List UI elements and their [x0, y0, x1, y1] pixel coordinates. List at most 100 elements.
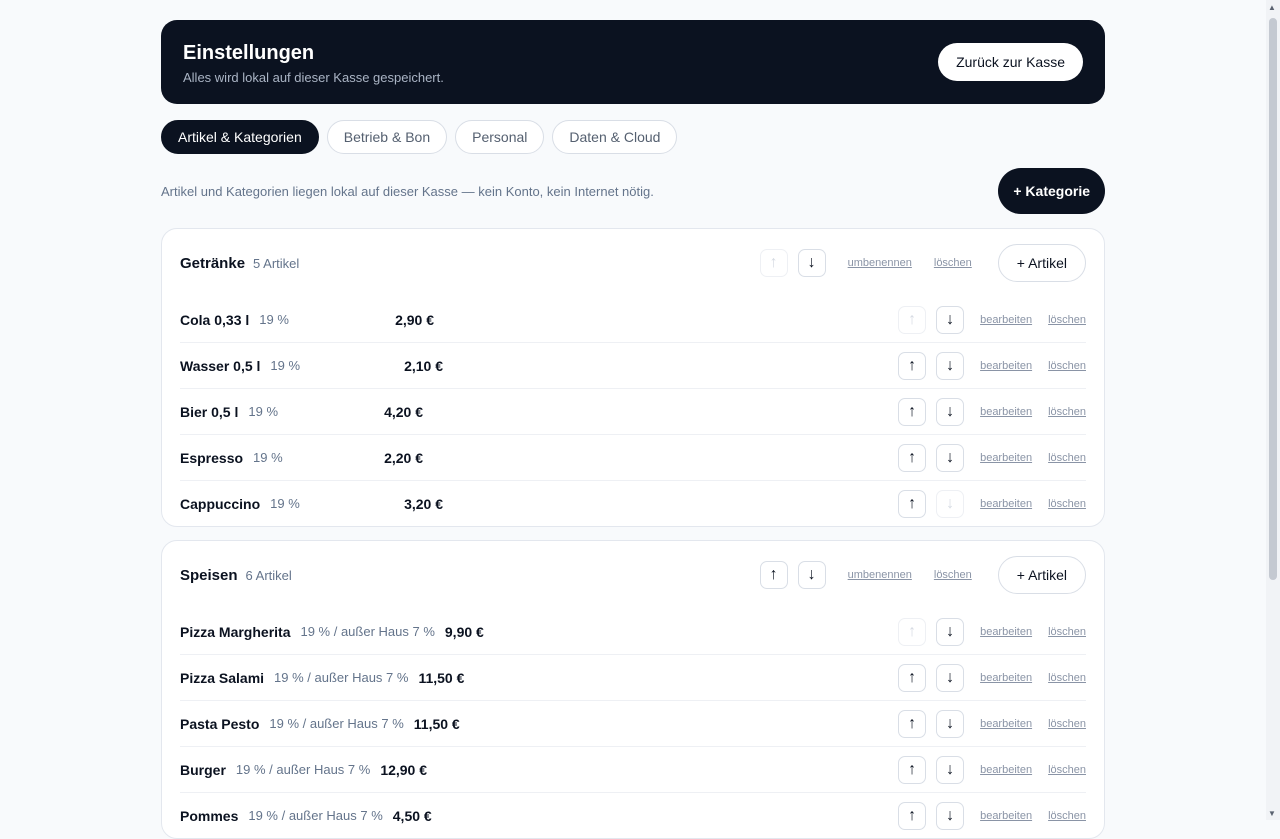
delete-article-link[interactable]: löschen: [1048, 672, 1086, 684]
category-card: Getränke 5 Artikel ↑ ↓ umbenennen löschen + Ar…: [161, 228, 1105, 527]
edit-article-link[interactable]: bearbeiten: [980, 452, 1032, 464]
scroll-up-icon[interactable]: ▲: [1268, 3, 1276, 12]
delete-category-link[interactable]: löschen: [934, 569, 972, 581]
rename-category-link[interactable]: umbenennen: [848, 257, 912, 269]
move-article-up-icon[interactable]: ↑: [898, 397, 927, 426]
add-article-button[interactable]: + Artikel: [997, 556, 1086, 594]
add-article-button[interactable]: + Artikel: [997, 244, 1086, 282]
move-article-down-icon[interactable]: ↓: [936, 351, 965, 380]
move-category-up-icon[interactable]: ↑: [759, 249, 788, 277]
article-row: Pizza Margherita 19 % / außer Haus 7 % 9,9…: [180, 609, 1086, 654]
category-name: Speisen: [180, 566, 238, 584]
article-name: Burger: [180, 761, 226, 778]
article-price: 4,20 €: [384, 403, 423, 420]
delete-article-link[interactable]: löschen: [1048, 314, 1086, 326]
rename-category-link[interactable]: umbenennen: [848, 569, 912, 581]
edit-article-link[interactable]: bearbeiten: [980, 672, 1032, 684]
article-name: Pizza Salami: [180, 669, 265, 686]
move-article-down-icon[interactable]: ↓: [936, 663, 965, 692]
tab-articles-categories[interactable]: Artikel & Kategorien: [161, 120, 319, 154]
move-article-down-icon[interactable]: ↓: [936, 617, 965, 646]
move-article-up-icon[interactable]: ↑: [898, 663, 927, 692]
move-category-down-icon[interactable]: ↓: [797, 561, 826, 589]
move-article-up-icon[interactable]: ↑: [898, 755, 927, 784]
edit-article-link[interactable]: bearbeiten: [980, 764, 1032, 776]
category-list: Getränke 5 Artikel ↑ ↓ umbenennen löschen + Ar…: [161, 228, 1105, 839]
scroll-thumb[interactable]: [1269, 18, 1277, 580]
delete-article-link[interactable]: löschen: [1048, 360, 1086, 372]
move-article-down-icon[interactable]: ↓: [936, 801, 965, 830]
article-name: Bier 0,5 l: [180, 403, 239, 420]
article-price: 9,90 €: [444, 623, 484, 640]
article-tax: 19 %: [270, 496, 300, 511]
article-price: 2,20 €: [384, 449, 423, 466]
article-price: 2,90 €: [395, 311, 434, 328]
move-article-up-icon[interactable]: ↑: [898, 489, 927, 518]
tab-business-receipt[interactable]: Betrieb & Bon: [326, 120, 448, 154]
move-article-up-icon[interactable]: ↑: [898, 443, 927, 472]
article-name: Pommes: [180, 807, 239, 824]
delete-article-link[interactable]: löschen: [1048, 406, 1086, 418]
delete-article-link[interactable]: löschen: [1048, 718, 1086, 730]
edit-article-link[interactable]: bearbeiten: [980, 314, 1032, 326]
article-name: Wasser 0,5 l: [180, 357, 261, 374]
article-row: Espresso 19 % 2,20 € ↑ ↓ bearbeiten löschen: [180, 434, 1086, 480]
article-name: Pasta Pesto: [180, 715, 260, 732]
info-text: Artikel und Kategorien liegen lokal auf …: [161, 183, 654, 199]
category-card: Speisen 6 Artikel ↑ ↓ umbenennen löschen + Art…: [161, 540, 1105, 839]
tab-staff[interactable]: Personal: [455, 120, 545, 154]
article-tax: 19 % / außer Haus 7 %: [274, 670, 409, 685]
delete-category-link[interactable]: löschen: [934, 257, 972, 269]
article-row: Cola 0,33 l 19 % 2,90 € ↑ ↓ bearbeiten löschen: [180, 297, 1086, 342]
edit-article-link[interactable]: bearbeiten: [980, 498, 1032, 510]
scrollbar[interactable]: ▲ ▼: [1266, 0, 1280, 820]
move-article-up-icon[interactable]: ↑: [898, 305, 927, 334]
article-tax: 19 % / außer Haus 7 %: [269, 716, 404, 731]
article-tax: 19 %: [253, 450, 283, 465]
move-article-down-icon[interactable]: ↓: [936, 305, 965, 334]
move-article-up-icon[interactable]: ↑: [898, 617, 927, 646]
page-subtitle: Alles wird lokal auf dieser Kasse gespei…: [183, 69, 444, 85]
move-article-down-icon[interactable]: ↓: [936, 755, 965, 784]
move-article-down-icon[interactable]: ↓: [936, 443, 965, 472]
move-article-down-icon[interactable]: ↓: [936, 709, 965, 738]
edit-article-link[interactable]: bearbeiten: [980, 718, 1032, 730]
category-header: Getränke 5 Artikel ↑ ↓ umbenennen löschen + Ar…: [180, 229, 1086, 297]
category-header: Speisen 6 Artikel ↑ ↓ umbenennen löschen + Art…: [180, 541, 1086, 609]
article-name: Pizza Margherita: [180, 623, 291, 640]
article-name: Espresso: [180, 449, 244, 466]
move-category-up-icon[interactable]: ↑: [759, 561, 788, 589]
tab-data-cloud[interactable]: Daten & Cloud: [552, 120, 678, 154]
article-row: Bier 0,5 l 19 % 4,20 € ↑ ↓ bearbeiten löschen: [180, 388, 1086, 434]
article-price: 4,50 €: [392, 807, 432, 824]
move-article-down-icon[interactable]: ↓: [936, 397, 965, 426]
back-to-register-button[interactable]: Zurück zur Kasse: [938, 43, 1083, 81]
page-title: Einstellungen: [183, 41, 315, 64]
delete-article-link[interactable]: löschen: [1048, 764, 1086, 776]
article-tax: 19 %: [248, 404, 279, 419]
move-article-up-icon[interactable]: ↑: [898, 801, 927, 830]
article-row: Burger 19 % / außer Haus 7 % 12,90 € ↑ ↓ bear…: [180, 746, 1086, 792]
move-article-up-icon[interactable]: ↑: [898, 351, 927, 380]
category-count: 5 Artikel: [253, 255, 300, 271]
move-category-down-icon[interactable]: ↓: [797, 249, 826, 277]
delete-article-link[interactable]: löschen: [1048, 498, 1086, 510]
add-category-button[interactable]: + Kategorie: [998, 168, 1105, 214]
settings-tabs: Artikel & Kategorien Betrieb & Bon Perso…: [161, 120, 1105, 154]
settings-page: Einstellungen Alles wird lokal auf diese…: [161, 20, 1105, 839]
article-tax: 19 % / außer Haus 7 %: [248, 808, 383, 823]
move-article-down-icon[interactable]: ↓: [936, 489, 965, 518]
settings-header: Einstellungen Alles wird lokal auf diese…: [161, 20, 1105, 104]
edit-article-link[interactable]: bearbeiten: [980, 626, 1032, 638]
edit-article-link[interactable]: bearbeiten: [980, 360, 1032, 372]
edit-article-link[interactable]: bearbeiten: [980, 406, 1032, 418]
article-price: 3,20 €: [404, 495, 443, 512]
scroll-down-icon[interactable]: ▼: [1268, 809, 1276, 818]
article-row: Pizza Salami 19 % / außer Haus 7 % 11,50 €…: [180, 654, 1086, 700]
article-tax: 19 % / außer Haus 7 %: [300, 624, 435, 639]
move-article-up-icon[interactable]: ↑: [898, 709, 927, 738]
delete-article-link[interactable]: löschen: [1048, 452, 1086, 464]
article-price: 12,90 €: [380, 761, 428, 778]
delete-article-link[interactable]: löschen: [1048, 626, 1086, 638]
category-count: 6 Artikel: [245, 567, 292, 583]
